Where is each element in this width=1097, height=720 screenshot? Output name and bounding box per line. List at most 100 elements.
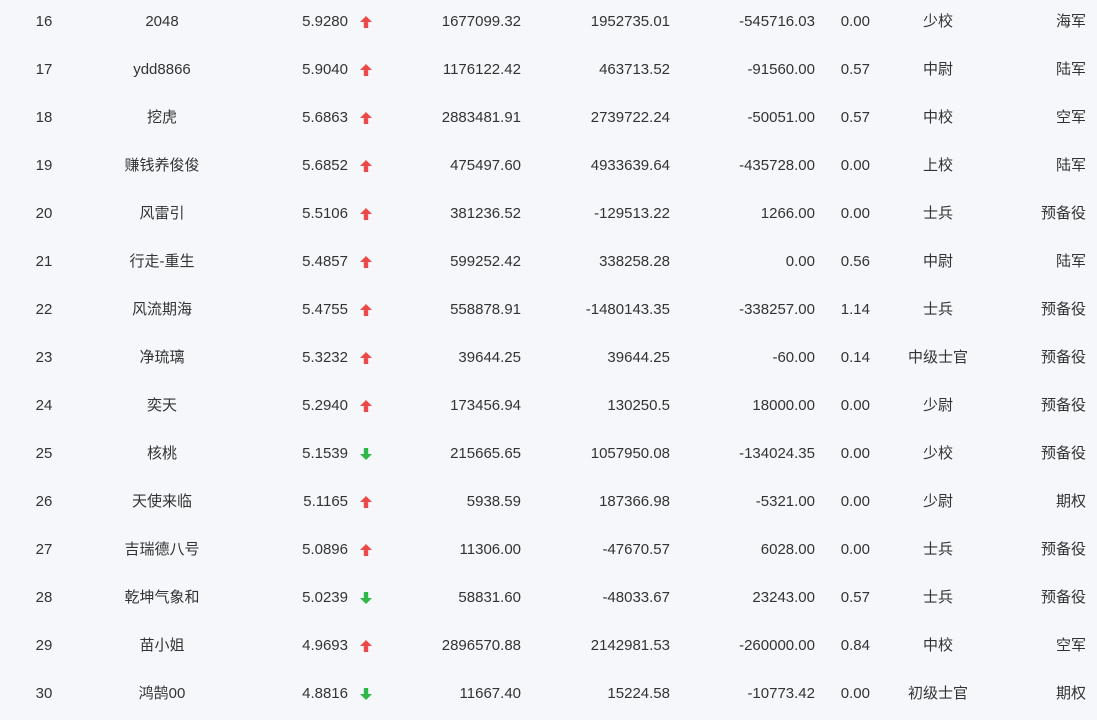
value1-cell: 381236.52: [450, 205, 521, 222]
branch-cell: 期权: [1055, 493, 1086, 510]
military-rank-cell: 上校: [922, 157, 953, 174]
value3-cell: -5321.00: [755, 493, 815, 510]
branch-cell: 空军: [1055, 109, 1086, 126]
value3-cell: -50051.00: [747, 109, 815, 126]
table-row[interactable]: 20 风雷引 5.5106 381236.52 -129513.22 1266.…: [0, 192, 1097, 240]
table-row[interactable]: 21 行走-重生 5.4857 599252.42 338258.28 0.00…: [0, 240, 1097, 288]
branch-cell: 预备役: [1040, 541, 1086, 558]
name-cell: 挖虎: [146, 109, 177, 126]
military-rank-cell: 少校: [922, 13, 953, 30]
name-cell: 奕天: [146, 397, 177, 414]
table-row[interactable]: 16 2048 5.9280 1677099.32 1952735.01 -54…: [0, 0, 1097, 48]
value1-cell: 173456.94: [450, 397, 521, 414]
value4-cell: 0.84: [840, 637, 870, 654]
trend-cell: [356, 336, 376, 380]
name-cell: 风雷引: [139, 205, 185, 222]
trend-cell: [356, 576, 376, 620]
value2-cell: 2739722.24: [590, 109, 670, 126]
value1-cell: 2883481.91: [441, 109, 521, 126]
value2-cell: 463713.52: [599, 61, 670, 78]
trend-cell: [356, 96, 376, 140]
arrow-up-icon: [360, 208, 372, 221]
value1-cell: 215665.65: [450, 445, 521, 462]
score-cell: 5.4857: [302, 253, 348, 270]
military-rank-cell: 士兵: [922, 589, 953, 606]
score-cell: 5.9280: [302, 13, 348, 30]
table-row[interactable]: 18 挖虎 5.6863 2883481.91 2739722.24 -5005…: [0, 96, 1097, 144]
table-row[interactable]: 28 乾坤气象和 5.0239 58831.60 -48033.67 23243…: [0, 576, 1097, 624]
value4-cell: 0.00: [840, 493, 870, 510]
score-cell: 5.3232: [302, 349, 348, 366]
score-cell: 5.2940: [302, 397, 348, 414]
military-rank-cell: 中级士官: [907, 349, 968, 366]
table-row[interactable]: 26 天使来临 5.1165 5938.59 187366.98 -5321.0…: [0, 480, 1097, 528]
value4-cell: 0.57: [840, 109, 870, 126]
trend-cell: [356, 144, 376, 188]
value2-cell: 1952735.01: [590, 13, 670, 30]
value2-cell: 338258.28: [599, 253, 670, 270]
table-row[interactable]: 22 风流期海 5.4755 558878.91 -1480143.35 -33…: [0, 288, 1097, 336]
branch-cell: 陆军: [1055, 61, 1086, 78]
branch-cell: 预备役: [1040, 301, 1086, 318]
value3-cell: 23243.00: [752, 589, 815, 606]
value4-cell: 0.00: [840, 397, 870, 414]
trend-cell: [356, 48, 376, 92]
value3-cell: -10773.42: [747, 685, 815, 702]
value4-cell: 0.56: [840, 253, 870, 270]
trend-cell: [356, 624, 376, 668]
score-cell: 5.9040: [302, 61, 348, 78]
value4-cell: 0.00: [840, 205, 870, 222]
branch-cell: 预备役: [1040, 589, 1086, 606]
branch-cell: 期权: [1055, 685, 1086, 702]
value3-cell: 18000.00: [752, 397, 815, 414]
score-cell: 5.6852: [302, 157, 348, 174]
trend-cell: [356, 672, 376, 716]
table-row[interactable]: 24 奕天 5.2940 173456.94 130250.5 18000.00…: [0, 384, 1097, 432]
table-row[interactable]: 19 赚钱养俊俊 5.6852 475497.60 4933639.64 -43…: [0, 144, 1097, 192]
table-row[interactable]: 17 ydd8866 5.9040 1176122.42 463713.52 -…: [0, 48, 1097, 96]
table-row[interactable]: 29 苗小姐 4.9693 2896570.88 2142981.53 -260…: [0, 624, 1097, 672]
branch-cell: 陆军: [1055, 157, 1086, 174]
value3-cell: -435728.00: [739, 157, 815, 174]
name-cell: 2048: [145, 13, 179, 30]
branch-cell: 陆军: [1055, 253, 1086, 270]
name-cell: 苗小姐: [139, 637, 185, 654]
branch-cell: 空军: [1055, 637, 1086, 654]
value3-cell: 0.00: [785, 253, 815, 270]
ranking-table: 16 2048 5.9280 1677099.32 1952735.01 -54…: [0, 0, 1097, 720]
value3-cell: -338257.00: [739, 301, 815, 318]
branch-cell: 预备役: [1040, 205, 1086, 222]
value1-cell: 11667.40: [459, 685, 521, 702]
arrow-up-icon: [360, 112, 372, 125]
value1-cell: 475497.60: [450, 157, 521, 174]
value4-cell: 0.00: [840, 445, 870, 462]
value1-cell: 599252.42: [450, 253, 521, 270]
value4-cell: 0.57: [840, 61, 870, 78]
value2-cell: 130250.5: [607, 397, 670, 414]
arrow-up-icon: [360, 544, 372, 557]
table-row[interactable]: 27 吉瑞德八号 5.0896 11306.00 -47670.57 6028.…: [0, 528, 1097, 576]
arrow-up-icon: [360, 304, 372, 317]
trend-cell: [356, 384, 376, 428]
name-cell: 风流期海: [131, 301, 192, 318]
table-row[interactable]: 25 核桃 5.1539 215665.65 1057950.08 -13402…: [0, 432, 1097, 480]
table-row[interactable]: 23 净琉璃 5.3232 39644.25 39644.25 -60.00 0…: [0, 336, 1097, 384]
table-row[interactable]: 30 鸿鹄00 4.8816 11667.40 15224.58 -10773.…: [0, 672, 1097, 720]
value1-cell: 1176122.42: [442, 61, 521, 78]
value3-cell: -260000.00: [739, 637, 815, 654]
value4-cell: 0.14: [840, 349, 870, 366]
value2-cell: 2142981.53: [590, 637, 670, 654]
branch-cell: 预备役: [1040, 445, 1086, 462]
arrow-up-icon: [360, 496, 372, 509]
arrow-down-icon: [360, 688, 372, 701]
branch-cell: 海军: [1055, 13, 1086, 30]
arrow-up-icon: [360, 640, 372, 653]
name-cell: 乾坤气象和: [124, 589, 200, 606]
value4-cell: 0.57: [840, 589, 870, 606]
value4-cell: 0.00: [840, 157, 870, 174]
arrow-up-icon: [360, 160, 372, 173]
value1-cell: 2896570.88: [441, 637, 521, 654]
name-cell: 赚钱养俊俊: [124, 157, 200, 174]
value4-cell: 0.00: [840, 13, 870, 30]
value1-cell: 1677099.32: [441, 13, 521, 30]
